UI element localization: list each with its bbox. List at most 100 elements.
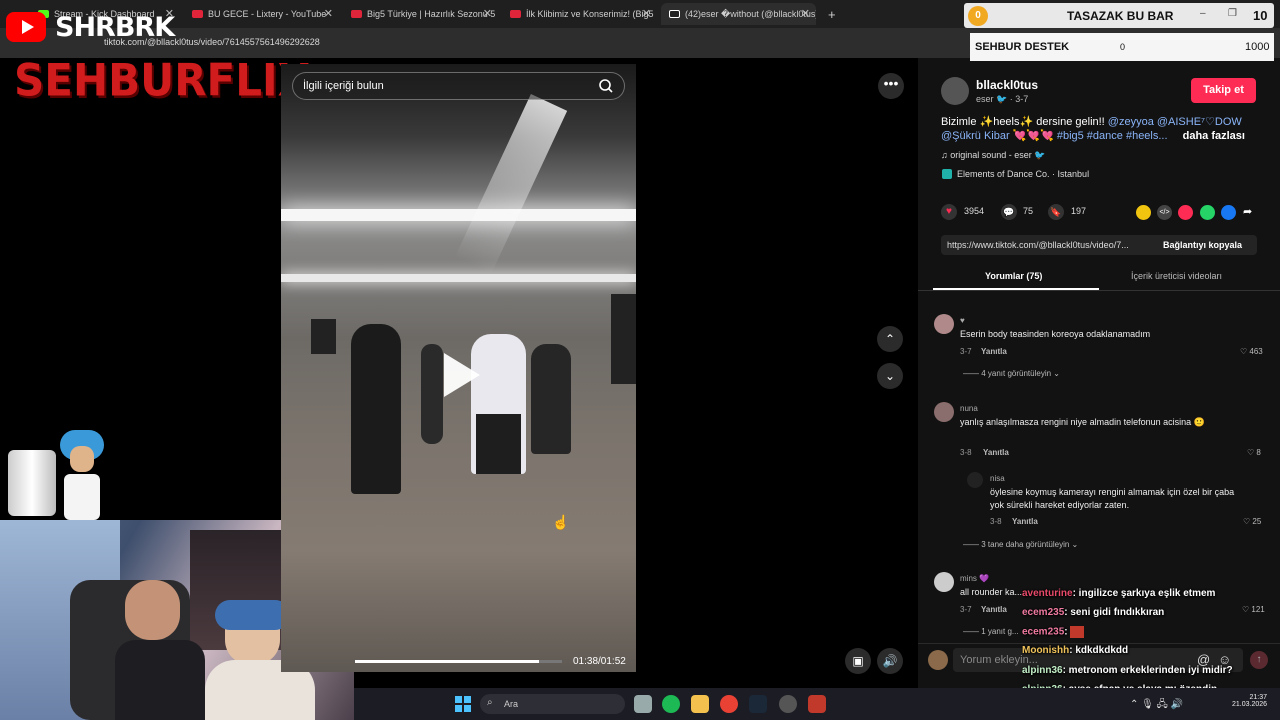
steam-icon[interactable]: [749, 695, 767, 713]
reply-button[interactable]: Yanıtla: [981, 605, 1007, 614]
comment-user[interactable]: ♥: [960, 316, 965, 325]
chrome-icon[interactable]: [720, 695, 738, 713]
whatsapp-icon[interactable]: [1200, 205, 1215, 220]
reply-button[interactable]: Yanıtla: [1012, 517, 1038, 526]
file-explorer-icon[interactable]: [691, 695, 709, 713]
comment-like-count: ♡ 463: [1240, 347, 1263, 356]
coin-share-icon[interactable]: [1136, 205, 1151, 220]
minimize-icon[interactable]: –: [1200, 8, 1206, 19]
location-link[interactable]: Elements of Dance Co. · Istanbul: [957, 169, 1089, 179]
obs-icon[interactable]: [808, 695, 826, 713]
tab-youtube-bugece[interactable]: BU GECE - Lixtery - YouTube ✕: [184, 3, 339, 25]
embed-icon[interactable]: </>: [1157, 205, 1172, 220]
chat-text: : metronom erkeklerinden iyi midir?: [1062, 665, 1233, 676]
tab-comments[interactable]: Yorumlar (75): [985, 271, 1042, 281]
taskbar-clock[interactable]: 21:37 21.03.2026: [1232, 694, 1267, 708]
view-replies-button[interactable]: —— 4 yanıt görüntüleyin ⌄: [963, 369, 1060, 378]
caption-text: Bizimle ✨heels✨ dersine gelin!!: [941, 116, 1108, 128]
tab-big5-klip[interactable]: İlk Klibimiz ve Konserimiz! (Big5 ✕: [502, 3, 657, 25]
chat-text: :: [1064, 626, 1068, 638]
settings-icon[interactable]: [779, 695, 797, 713]
restore-icon[interactable]: ❐: [1228, 8, 1237, 19]
send-icon[interactable]: [1178, 205, 1193, 220]
avatar[interactable]: [934, 314, 954, 334]
like-value: 121: [1251, 605, 1265, 614]
author-name[interactable]: bllackl0tus: [976, 78, 1038, 92]
heart-outline-icon[interactable]: ♡: [1240, 347, 1249, 356]
tab-big5[interactable]: Big5 Türkiye | Hazırlık Sezonu 5 ✕: [343, 3, 498, 25]
video-caption: Bizimle ✨heels✨ dersine gelin!! @zeyyoa …: [941, 115, 1259, 143]
more-options-icon[interactable]: •••: [878, 73, 904, 99]
comment-like-count: ♡ 8: [1247, 448, 1261, 457]
facebook-icon[interactable]: [1221, 205, 1236, 220]
send-comment-button[interactable]: ↑: [1250, 651, 1268, 669]
heart-outline-icon[interactable]: ♡: [1247, 448, 1256, 457]
task-view-icon[interactable]: [634, 695, 652, 713]
search-placeholder: İlgili içeriği bulun: [303, 80, 384, 92]
mascot-cup-icon: [8, 450, 56, 516]
like-value: 463: [1249, 347, 1263, 356]
comment-icon[interactable]: 💬: [1001, 204, 1017, 220]
avatar[interactable]: [934, 572, 954, 592]
avatar[interactable]: [941, 77, 969, 105]
tab-label: BU GECE - Lixtery - YouTube: [208, 9, 327, 19]
avatar[interactable]: [934, 402, 954, 422]
tab-tiktok[interactable]: (42)eser �without (@bllackl0tus) | ✕: [661, 3, 816, 25]
emote-icon: [1070, 626, 1085, 638]
comment-text: yanlış anlaşılmasza rengini niye almadin…: [960, 417, 1205, 427]
reply-button[interactable]: Yanıtla: [983, 448, 1009, 457]
chat-user: ecem235: [1022, 607, 1065, 618]
bookmark-icon[interactable]: 🔖: [1048, 204, 1064, 220]
avatar: [928, 650, 948, 670]
close-icon[interactable]: ✕: [483, 7, 492, 20]
view-replies-label: 4 yanıt görüntüleyin: [981, 369, 1052, 378]
view-replies-button[interactable]: —— 1 yanıt g...: [963, 627, 1019, 636]
search-icon[interactable]: [598, 78, 614, 94]
comment-user[interactable]: mins 💜: [960, 574, 989, 583]
chat-message: alpinn36: metronom erkeklerinden iyi mid…: [1022, 665, 1233, 676]
heart-outline-icon[interactable]: ♡: [1242, 605, 1251, 614]
youtube-icon: [192, 10, 203, 18]
reply-button[interactable]: Yanıtla: [981, 347, 1007, 356]
chevron-up-icon[interactable]: ⌃: [877, 326, 903, 352]
taskbar-search-input[interactable]: [480, 694, 625, 714]
avatar[interactable]: [967, 472, 983, 488]
volume-icon[interactable]: 🔊: [877, 648, 903, 674]
like-count: 3954: [964, 206, 985, 216]
comment-user[interactable]: nisa: [990, 474, 1005, 483]
system-tray-icons[interactable]: ⌃ 🎙 🖧 🔊: [1130, 697, 1183, 714]
tab-creator-videos[interactable]: İçerik üreticisi videoları: [1131, 271, 1222, 281]
chevron-down-icon[interactable]: ⌄: [877, 363, 903, 389]
video-link[interactable]: https://www.tiktok.com/@bllackl0tus/vide…: [947, 240, 1129, 250]
chat-text: : kdkdkdkdd: [1069, 645, 1129, 656]
close-icon[interactable]: ✕: [801, 7, 810, 20]
goal-coin-icon: 0: [968, 6, 988, 26]
close-icon[interactable]: ✕: [642, 7, 651, 20]
progress-fill: [355, 660, 540, 663]
follow-button[interactable]: Takip et: [1191, 78, 1256, 103]
copy-link-button[interactable]: Bağlantıyı kopyala: [1163, 240, 1242, 250]
close-icon[interactable]: ✕: [324, 7, 333, 20]
view-replies-label: 1 yanıt g...: [981, 627, 1019, 636]
spotify-icon[interactable]: [662, 695, 680, 713]
save-count: 197: [1071, 206, 1087, 216]
picture-in-picture-icon[interactable]: ▣: [845, 648, 871, 674]
heart-outline-icon[interactable]: ♡: [1243, 517, 1252, 526]
share-arrow-icon[interactable]: ➦: [1243, 205, 1252, 218]
comment-text: öylesine koymuş kamerayı rengini almamak…: [990, 487, 1235, 510]
new-tab-button[interactable]: +: [820, 3, 840, 25]
comment-user[interactable]: nuna: [960, 404, 978, 413]
mascot-figure-icon: [58, 430, 106, 520]
comment-date: 3-8: [990, 517, 1002, 526]
play-icon[interactable]: [444, 353, 480, 397]
windows-start-icon[interactable]: [455, 696, 471, 712]
sound-link[interactable]: ♫ original sound - eser 🐦: [941, 150, 1046, 161]
comment-date: 3-8: [960, 448, 972, 457]
goal-count: 10: [1253, 8, 1268, 23]
support-min: 0: [1120, 42, 1126, 52]
video-time: 01:38/01:52: [573, 656, 626, 667]
comment-count: 75: [1023, 206, 1034, 216]
heart-icon[interactable]: ♥: [941, 204, 957, 220]
show-more-link[interactable]: daha fazlası: [1183, 130, 1245, 142]
view-more-replies-button[interactable]: —— 3 tane daha görüntüleyin ⌄: [963, 540, 1078, 549]
